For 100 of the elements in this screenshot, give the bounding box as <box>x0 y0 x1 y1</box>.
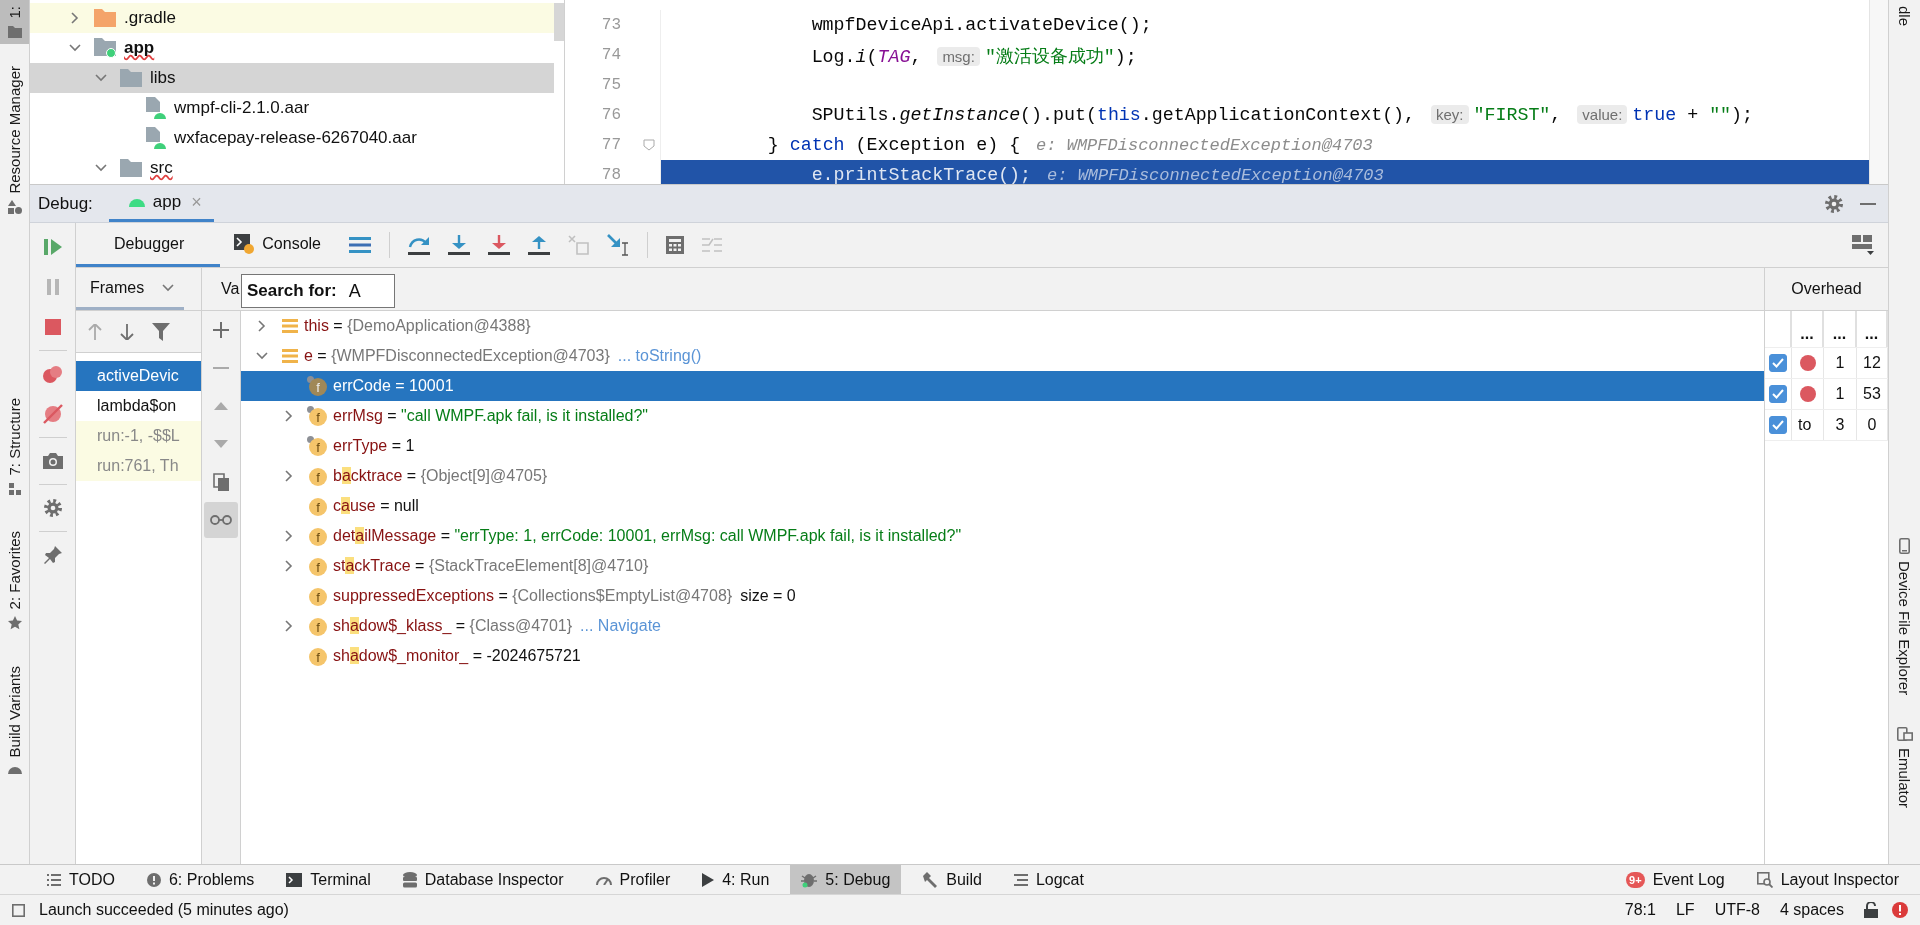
checkbox[interactable] <box>1769 385 1787 403</box>
tool-window-button[interactable]: 2: Favorites <box>0 524 29 636</box>
settings-icon[interactable] <box>1824 193 1844 214</box>
tool-window-button[interactable]: 7: Structure <box>0 392 29 501</box>
chevron-right-icon[interactable] <box>285 560 293 572</box>
minimize-icon[interactable] <box>1860 202 1876 205</box>
search-label: Search for: <box>247 281 337 301</box>
frames-dropdown[interactable]: Frames <box>76 268 185 310</box>
chevron-right-icon[interactable] <box>285 470 293 482</box>
panel-title: Overhead <box>1791 280 1862 298</box>
tree-item[interactable]: wxfacepay-release-6267040.aar <box>30 123 554 153</box>
variable-row[interactable]: f errType = 1 <box>241 431 1764 461</box>
code-line: } catch (Exception e) { <box>766 135 1021 155</box>
error-icon[interactable] <box>1892 902 1908 918</box>
tool-window-button[interactable]: Database Inspector <box>391 865 575 894</box>
filter-icon[interactable] <box>152 322 170 341</box>
step-into-icon[interactable] <box>488 235 510 255</box>
lines-icon[interactable] <box>349 237 371 253</box>
column-header: ... <box>1792 311 1824 347</box>
tool-window-button[interactable]: Build Variants <box>0 660 29 781</box>
chevron-down-icon[interactable] <box>95 74 107 82</box>
variable-row[interactable]: f detailMessage = "errType: 1, errCode: 10001, errMsg: call WMPF.apk fail, is it installed?" <box>241 521 1764 551</box>
tool-window-button[interactable]: Layout Inspector <box>1745 865 1910 894</box>
tool-window-button[interactable]: 1: <box>0 0 29 44</box>
tool-window-button[interactable]: Emulator <box>1889 721 1920 815</box>
tool-window-button[interactable]: Device File Explorer <box>1889 532 1920 702</box>
line-number: 78 <box>600 166 621 184</box>
tree-item[interactable]: app <box>30 33 554 63</box>
tool-window-button[interactable]: Terminal <box>275 865 382 894</box>
check-icon <box>1772 389 1784 399</box>
warning-circle-icon <box>146 872 161 887</box>
variable-row[interactable]: e = {WMPFDisconnectedException@4703} ... toString() <box>241 341 1764 371</box>
status-item[interactable]: 78:1 <box>1614 901 1666 919</box>
frame-item[interactable]: activeDevic <box>76 361 201 391</box>
tool-window-button[interactable]: 9+ Event Log <box>1615 865 1736 894</box>
tool-window-button[interactable]: Build <box>911 865 993 894</box>
chevron-down-icon[interactable] <box>69 44 81 52</box>
chevron-right-icon[interactable] <box>285 530 293 542</box>
tool-window-button[interactable]: Logcat <box>1002 865 1095 894</box>
muted-breakpoint-icon <box>42 404 63 424</box>
tool-window-button[interactable]: Resource Manager <box>0 59 29 221</box>
tool-window-button[interactable]: 4: Run <box>691 865 781 894</box>
tab[interactable]: Debugger <box>76 223 221 267</box>
tree-item[interactable]: wmpf-cli-2.1.0.aar <box>30 93 554 123</box>
arrow-down-icon[interactable] <box>120 323 134 340</box>
tool-window-button[interactable]: Profiler <box>584 865 682 894</box>
terminal-icon <box>286 872 303 887</box>
hammer-icon <box>922 871 939 888</box>
lock-icon[interactable] <box>1864 902 1878 918</box>
tool-window-button[interactable]: 5: Debug <box>790 865 902 894</box>
line-number: 75 <box>600 76 621 94</box>
glasses-icon <box>210 515 232 525</box>
variable-row[interactable]: f shadow$_klass_ = {Class@4701} ... Navigate <box>241 611 1764 641</box>
chevron-right-icon[interactable] <box>285 410 293 422</box>
tool-window-button[interactable]: TODO <box>36 865 126 894</box>
variable-row[interactable]: f shadow$_monitor_ = -2024675721 <box>241 641 1764 671</box>
tree-item[interactable]: libs <box>30 63 554 93</box>
variable-row[interactable]: f suppressedExceptions = {Collections$EmptyList@4708} size = 0 <box>241 581 1764 611</box>
chevron-down-icon[interactable] <box>256 352 268 360</box>
toolbar-button[interactable] <box>204 502 238 538</box>
variable-text: suppressedExceptions = {Collections$EmptyList@4708} size = 0 <box>333 587 796 605</box>
status-item[interactable]: 4 spaces <box>1769 901 1854 919</box>
android-icon <box>128 197 145 207</box>
step-over-icon[interactable] <box>408 235 430 255</box>
status-item[interactable]: LF <box>1665 901 1705 919</box>
chevron-right-icon[interactable] <box>71 12 79 24</box>
frame-item[interactable]: run:-1, -$$L <box>76 421 201 451</box>
variable-row[interactable]: f errCode = 10001 <box>241 371 1764 401</box>
frame-item[interactable]: lambda$on <box>76 391 201 421</box>
step-into-icon[interactable] <box>448 235 470 255</box>
module-folder-icon <box>94 38 116 58</box>
android-icon <box>7 764 22 775</box>
variable-row[interactable]: f cause = null <box>241 491 1764 521</box>
status-item[interactable]: UTF-8 <box>1704 901 1770 919</box>
variable-row[interactable]: this = {DemoApplication@4388} <box>241 311 1764 341</box>
chevron-right-icon[interactable] <box>258 320 266 332</box>
tool-window-button[interactable]: 6: Problems <box>135 865 266 894</box>
resume-icon <box>43 238 62 256</box>
tool-windows-icon[interactable] <box>12 903 25 917</box>
tree-item[interactable]: .gradle <box>30 3 554 33</box>
run-to-cursor-icon[interactable] <box>607 234 629 256</box>
code-line: wmpfDeviceApi.activateDevice(); <box>810 15 1152 35</box>
checkbox[interactable] <box>1769 354 1787 372</box>
tool-window-button[interactable]: dle <box>1889 0 1920 33</box>
check-icon <box>1772 358 1784 368</box>
tab[interactable]: Console <box>220 223 335 267</box>
session-tab[interactable]: app × <box>108 185 214 222</box>
chevron-right-icon[interactable] <box>285 620 293 632</box>
inline-value: e: WMPFDisconnectedException@4703 <box>1036 135 1373 155</box>
layout-icon[interactable] <box>1852 235 1874 255</box>
chevron-down-icon[interactable] <box>162 283 175 292</box>
tab[interactable]: Va <box>221 280 240 298</box>
structure-icon <box>8 482 21 495</box>
calculator-icon[interactable] <box>666 236 684 254</box>
chevron-down-icon[interactable] <box>95 164 107 172</box>
step-out-icon[interactable] <box>528 235 550 255</box>
tree-item[interactable]: src <box>30 153 554 183</box>
variable-row[interactable]: f errMsg = "call WMPF.apk fail, is it installed?" <box>241 401 1764 431</box>
checkbox[interactable] <box>1769 416 1787 434</box>
inspector-icon <box>1756 871 1773 888</box>
